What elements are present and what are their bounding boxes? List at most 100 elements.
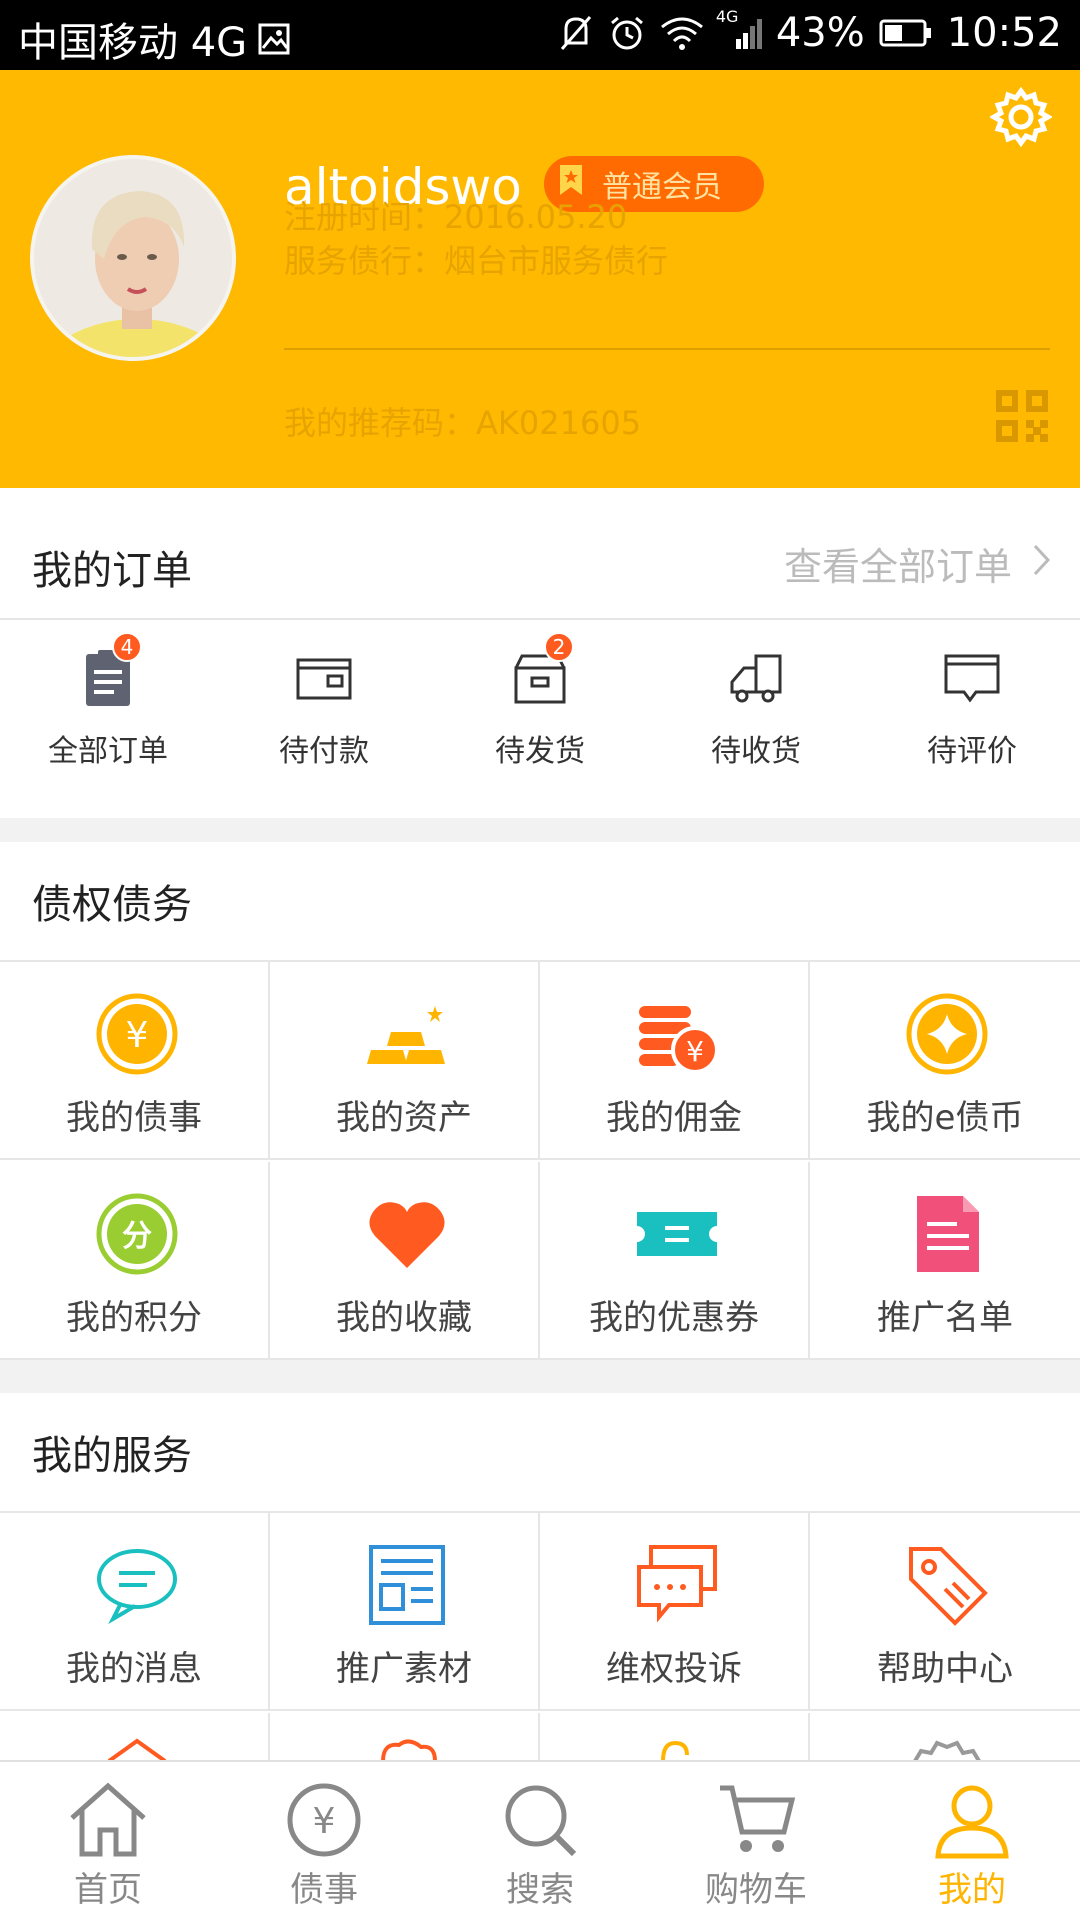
nav-home[interactable]: 首页: [0, 1762, 216, 1920]
debt-item-my-assets[interactable]: 我的资产: [270, 962, 540, 1160]
header-divider: [284, 348, 1050, 350]
nav-debts-label: 债事: [290, 1870, 358, 1910]
service-item-label: 我的消息: [66, 1649, 202, 1689]
service-item-label: 帮助中心: [877, 1649, 1013, 1689]
referral-code-label: 我的推荐码：: [284, 404, 477, 442]
service-item-label: 推广素材: [336, 1649, 472, 1689]
newspaper-icon: [365, 1543, 449, 1627]
debt-item-my-commission[interactable]: ¥ 我的佣金: [540, 962, 810, 1160]
debt-item-label: 我的资产: [336, 1098, 472, 1138]
service-item-promo-materials[interactable]: 推广素材: [270, 1513, 540, 1711]
debt-item-e-coin[interactable]: 我的e债币: [810, 962, 1080, 1160]
debt-item-label: 推广名单: [877, 1298, 1013, 1338]
tag-icon: [905, 1543, 989, 1627]
yuan-circle-icon: ¥: [284, 1780, 364, 1860]
debt-item-coupons[interactable]: 我的优惠券: [540, 1162, 810, 1360]
order-pending-review-item[interactable]: 待评价: [864, 618, 1080, 818]
status-bar: 中国移动 4G 4G 43% 10:52: [0, 0, 1080, 70]
nav-search-label: 搜索: [506, 1870, 574, 1910]
order-pending-payment-item[interactable]: 待付款: [216, 618, 432, 818]
order-all-label: 全部订单: [48, 734, 168, 769]
order-pending-receipt-label: 待收货: [711, 734, 801, 769]
debt-item-favorites[interactable]: 我的收藏: [270, 1162, 540, 1360]
image-notification-icon: [257, 22, 291, 56]
service-item-partial[interactable]: [0, 1713, 270, 1761]
service-item-complaints[interactable]: 维权投诉: [540, 1513, 810, 1711]
view-all-orders-link[interactable]: 查看全部订单: [784, 536, 1052, 591]
search-icon: [500, 1780, 580, 1860]
service-item-partial[interactable]: [270, 1713, 540, 1761]
heart-icon: [365, 1192, 449, 1276]
mute-icon: [558, 13, 594, 53]
debt-item-label: 我的e债币: [866, 1098, 1024, 1138]
debt-item-label: 我的积分: [66, 1298, 202, 1338]
yuan-coin-icon: ¥: [95, 992, 179, 1076]
complaint-icon: [635, 1543, 719, 1627]
orders-section: 我的订单 查看全部订单 4 全部订单 待付款 2 待发货 待收货 待评价: [0, 488, 1080, 818]
order-pending-receipt-item[interactable]: 待收货: [648, 618, 864, 818]
star-coin-icon: [905, 992, 989, 1076]
network-type-text: 4G: [715, 7, 739, 26]
service-item-messages[interactable]: 我的消息: [0, 1513, 270, 1711]
debt-item-label: 我的收藏: [336, 1298, 472, 1338]
service-branch-label: 服务债行：: [284, 242, 445, 280]
nav-search[interactable]: 搜索: [432, 1762, 648, 1920]
coin-stack-icon: ¥: [635, 992, 719, 1076]
nav-cart[interactable]: 购物车: [648, 1762, 864, 1920]
cart-icon: [716, 1780, 796, 1860]
signal-icon: 4G: [716, 7, 762, 51]
user-icon: [932, 1780, 1012, 1860]
debt-item-promo-list[interactable]: 推广名单: [810, 1162, 1080, 1360]
nav-debts[interactable]: ¥ 债事: [216, 1762, 432, 1920]
wifi-icon: [660, 15, 704, 51]
svg-text:¥: ¥: [126, 1015, 149, 1056]
order-pending-review-label: 待评价: [927, 734, 1017, 769]
clock-time: 10:52: [946, 10, 1062, 56]
bottom-nav: 首页 ¥ 债事 搜索 购物车 我的: [0, 1760, 1080, 1920]
services-title: 我的服务: [32, 1433, 192, 1479]
service-branch-row: 服务债行：烟台市服务债行: [284, 236, 668, 282]
points-icon: 分: [95, 1192, 179, 1276]
services-section: 我的服务 我的消息 推广素材 维权投诉 帮助中心: [0, 1393, 1080, 1761]
carrier-text: 中国移动 4G: [18, 20, 248, 66]
settings-gear-icon[interactable]: [988, 86, 1054, 148]
battery-percent: 43%: [775, 10, 865, 56]
order-pending-shipment-item[interactable]: 2 待发货: [432, 618, 648, 818]
alarm-icon: [608, 14, 646, 52]
debt-item-my-debts[interactable]: ¥ 我的债事: [0, 962, 270, 1160]
qr-code-icon[interactable]: [996, 390, 1048, 442]
debt-title: 债权债务: [32, 882, 192, 928]
debt-item-label: 我的佣金: [606, 1098, 742, 1138]
home-icon: [68, 1780, 148, 1860]
service-item-partial[interactable]: [540, 1713, 810, 1761]
service-item-help-center[interactable]: 帮助中心: [810, 1513, 1080, 1711]
svg-text:¥: ¥: [686, 1035, 704, 1068]
view-all-orders-text: 查看全部订单: [783, 545, 1012, 589]
service-item-label: 维权投诉: [606, 1649, 742, 1689]
service-item-partial[interactable]: [810, 1713, 1080, 1761]
wallet-icon: [294, 648, 354, 708]
nav-mine-label: 我的: [938, 1870, 1006, 1910]
coupon-icon: [635, 1192, 719, 1276]
debt-item-label: 我的债事: [66, 1098, 202, 1138]
svg-text:分: 分: [122, 1219, 152, 1254]
debt-item-label: 我的优惠券: [589, 1298, 759, 1338]
service-branch-value: 烟台市服务债行: [444, 242, 669, 280]
register-time-value: 2016.05.20: [444, 198, 628, 236]
referral-code-value: AK021605: [476, 404, 642, 442]
debt-item-my-points[interactable]: 分 我的积分: [0, 1162, 270, 1360]
nav-mine[interactable]: 我的: [864, 1762, 1080, 1920]
order-all-item[interactable]: 4 全部订单: [0, 618, 216, 818]
truck-icon: [726, 648, 786, 708]
comment-icon: [942, 648, 1002, 708]
order-count-badge: 4: [112, 632, 142, 662]
referral-code-row: 我的推荐码：AK021605: [284, 398, 641, 444]
document-icon: [905, 1192, 989, 1276]
register-time-label: 注册时间：: [284, 198, 445, 236]
gold-bars-icon: [365, 992, 449, 1076]
avatar[interactable]: [30, 155, 236, 361]
profile-header: altoidswo 普通会员 注册时间：2016.05.20 服务债行：烟台市服…: [0, 70, 1080, 488]
order-pending-payment-label: 待付款: [279, 734, 369, 769]
shipment-count-badge: 2: [544, 632, 574, 662]
nav-cart-label: 购物车: [705, 1870, 807, 1910]
